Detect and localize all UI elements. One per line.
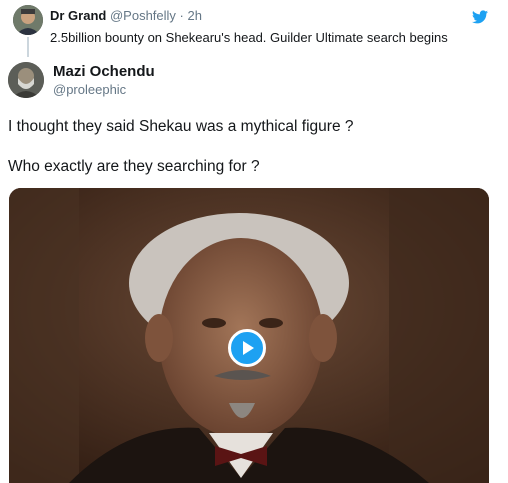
parent-tweet-time[interactable]: 2h	[188, 8, 202, 23]
play-button[interactable]	[228, 329, 266, 367]
parent-author-avatar[interactable]	[13, 5, 43, 35]
separator-dot: ·	[179, 8, 184, 23]
reply-author-handle[interactable]: @proleephic	[53, 82, 126, 97]
parent-author-handle[interactable]: @Poshfelly	[110, 8, 176, 23]
play-icon	[243, 341, 254, 355]
parent-author-name[interactable]: Dr Grand	[50, 8, 106, 23]
thread-connector-line	[27, 37, 29, 57]
parent-tweet-header: Dr Grand @Poshfelly · 2h	[50, 8, 202, 23]
reply-tweet-text-line1: I thought they said Shekau was a mythica…	[8, 118, 354, 135]
reply-tweet-text-line2: Who exactly are they searching for ?	[8, 158, 260, 175]
reply-author-avatar[interactable]	[8, 62, 44, 98]
parent-tweet-text: 2.5billion bounty on Shekearu's head. Gu…	[50, 30, 448, 45]
twitter-bird-icon[interactable]	[472, 10, 488, 24]
reply-author-name[interactable]: Mazi Ochendu	[53, 63, 155, 80]
